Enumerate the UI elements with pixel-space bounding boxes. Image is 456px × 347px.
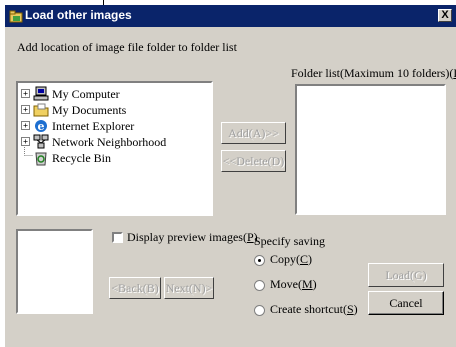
tree-item-my-documents[interactable]: + My Documents xyxy=(18,102,218,118)
display-preview-checkbox[interactable] xyxy=(112,232,123,243)
expand-icon[interactable]: + xyxy=(21,137,30,146)
svg-text:e: e xyxy=(38,120,45,133)
folder-icon xyxy=(33,103,49,117)
tree-item-my-computer[interactable]: + My Computer xyxy=(18,86,218,102)
radio-selected-dot xyxy=(258,259,261,262)
display-preview-label: Display preview images(P) xyxy=(127,230,258,244)
next-button[interactable]: Next(N)> xyxy=(164,277,214,299)
close-button[interactable]: X xyxy=(438,9,452,22)
tree-item-label: Recycle Bin xyxy=(52,151,111,165)
folder-list-box[interactable] xyxy=(295,84,446,215)
copy-radio[interactable] xyxy=(254,255,265,266)
folder-tree[interactable]: + My Computer + My Documents + e Interne… xyxy=(16,81,213,216)
folder-app-icon xyxy=(9,10,23,23)
tree-item-internet-explorer[interactable]: + e Internet Explorer xyxy=(18,118,218,134)
move-radio[interactable] xyxy=(254,280,265,291)
specify-saving-label: Specify saving xyxy=(254,234,325,248)
add-button[interactable]: Add(A)>> xyxy=(221,122,286,144)
create-shortcut-label: Create shortcut(S) xyxy=(270,302,358,316)
network-icon xyxy=(33,134,49,149)
cancel-button[interactable]: Cancel xyxy=(368,291,444,315)
expand-icon[interactable]: + xyxy=(21,105,30,114)
load-other-images-dialog: Load other images X Add location of imag… xyxy=(5,5,456,347)
expand-icon[interactable]: + xyxy=(21,89,30,98)
load-button[interactable]: Load(G) xyxy=(368,263,444,287)
tree-item-label: My Documents xyxy=(52,103,127,117)
tree-item-recycle-bin[interactable]: Recycle Bin xyxy=(18,147,218,166)
tree-item-label: Internet Explorer xyxy=(52,119,135,133)
title-bar: Load other images X xyxy=(5,5,456,27)
back-button[interactable]: <Back(B) xyxy=(109,277,161,299)
tree-item-network-neighborhood[interactable]: + Network Neighborhood xyxy=(18,134,218,150)
tree-item-label: Network Neighborhood xyxy=(52,135,167,149)
tree-item-label: My Computer xyxy=(52,87,120,101)
move-label: Move(M) xyxy=(270,277,317,291)
copy-label: Copy(C) xyxy=(270,252,313,266)
preview-box xyxy=(16,229,93,314)
create-shortcut-radio[interactable] xyxy=(254,305,265,316)
computer-icon xyxy=(33,86,49,101)
recycle-bin-icon xyxy=(35,152,47,166)
instructions-label: Add location of image file folder to fol… xyxy=(17,40,237,54)
tree-connector xyxy=(24,147,33,156)
ie-icon: e xyxy=(35,120,47,133)
window-title: Load other images xyxy=(25,8,132,22)
folder-list-label: Folder list(Maximum 10 folders)(L) xyxy=(291,66,456,80)
expand-icon[interactable]: + xyxy=(21,121,30,130)
delete-button[interactable]: <<Delete(D) xyxy=(221,150,286,172)
